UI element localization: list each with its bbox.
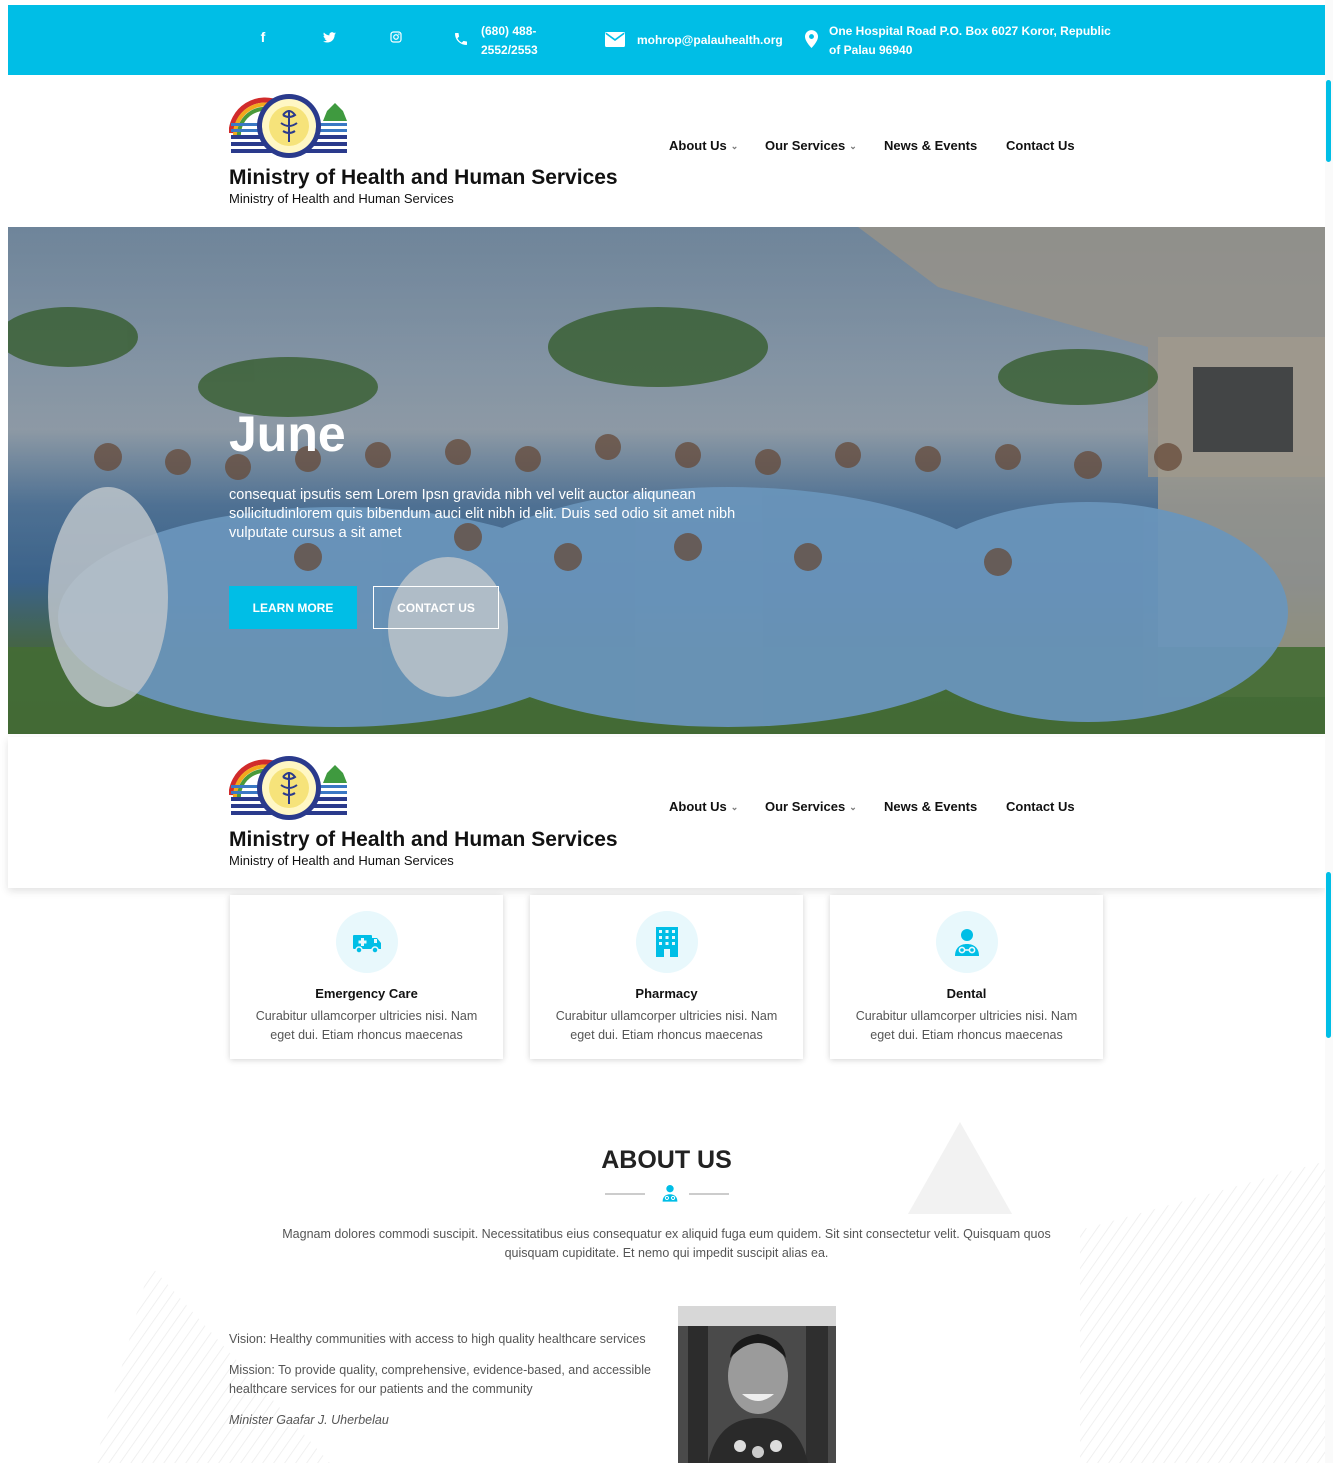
hero-heading: June bbox=[229, 406, 346, 462]
top-contact-bar: f (680) 488-2552/2553 mohrop@palauhealth… bbox=[8, 5, 1325, 75]
nav-our-services[interactable]: Our Services ⌄ bbox=[765, 138, 857, 153]
email-link[interactable]: mohrop@palauhealth.org bbox=[637, 31, 783, 50]
nav-our-services[interactable]: Our Services ⌄ bbox=[765, 799, 857, 814]
service-card-pharmacy[interactable]: Pharmacy Curabitur ullamcorper ultricies… bbox=[530, 895, 803, 1059]
chevron-down-icon: ⌄ bbox=[730, 141, 739, 151]
nav-about-us[interactable]: About Us ⌄ bbox=[669, 138, 738, 153]
chevron-down-icon: ⌄ bbox=[730, 802, 739, 812]
phone-icon bbox=[452, 30, 470, 48]
brand-title[interactable]: Ministry of Health and Human Services bbox=[229, 828, 618, 852]
service-description: Curabitur ullamcorper ultricies nisi. Na… bbox=[855, 1009, 1078, 1042]
doctor-icon bbox=[662, 1184, 678, 1202]
nav-news-events[interactable]: News & Events bbox=[884, 138, 977, 153]
about-description: Magnam dolores commodi suscipit. Necessi… bbox=[282, 1227, 1051, 1260]
service-title: Pharmacy bbox=[635, 986, 698, 1001]
brand-subtitle: Ministry of Health and Human Services bbox=[229, 191, 454, 206]
ambulance-icon bbox=[336, 911, 398, 973]
building-icon bbox=[636, 911, 698, 973]
map-marker-icon bbox=[803, 29, 819, 49]
instagram-icon[interactable] bbox=[386, 27, 406, 47]
chevron-down-icon: ⌄ bbox=[849, 141, 857, 151]
service-title: Dental bbox=[946, 986, 987, 1001]
ministry-logo[interactable] bbox=[228, 755, 349, 823]
contact-us-button[interactable]: CONTACT US bbox=[373, 586, 499, 629]
minister-name: Minister Gaafar J. Uherbelau bbox=[229, 1413, 389, 1427]
chevron-down-icon: ⌄ bbox=[849, 802, 857, 812]
address-text: One Hospital Road P.O. Box 6027 Koror, R… bbox=[829, 24, 1111, 57]
scrollbar-thumb[interactable] bbox=[1326, 80, 1331, 162]
envelope-icon bbox=[604, 30, 626, 48]
main-header: Ministry of Health and Human Services Mi… bbox=[8, 75, 1325, 227]
ministry-logo[interactable] bbox=[228, 93, 349, 161]
sticky-header: Ministry of Health and Human Services Mi… bbox=[8, 737, 1325, 888]
scrollbar-thumb[interactable] bbox=[1326, 872, 1331, 1038]
minister-photo bbox=[678, 1306, 836, 1463]
twitter-icon[interactable] bbox=[319, 27, 339, 47]
hero-text: consequat ipsutis sem Lorem Ipsn gravida… bbox=[229, 487, 736, 541]
divider-line bbox=[689, 1193, 729, 1195]
about-us-heading: ABOUT US bbox=[601, 1146, 732, 1174]
nav-news-events[interactable]: News & Events bbox=[884, 799, 977, 814]
hero-background-image bbox=[8, 227, 1325, 734]
phone-number[interactable]: (680) 488-2552/2553 bbox=[481, 22, 561, 60]
page-scrollbar[interactable] bbox=[1325, 0, 1333, 1463]
doctor-icon bbox=[936, 911, 998, 973]
service-description: Curabitur ullamcorper ultricies nisi. Na… bbox=[555, 1009, 778, 1042]
service-title: Emergency Care bbox=[315, 986, 418, 1001]
learn-more-button[interactable]: LEARN MORE bbox=[229, 586, 357, 629]
nav-contact-us[interactable]: Contact Us bbox=[1006, 799, 1075, 814]
hero-slider: June consequat ipsutis sem Lorem Ipsn gr… bbox=[8, 227, 1325, 734]
brand-subtitle: Ministry of Health and Human Services bbox=[229, 853, 454, 868]
nav-about-us[interactable]: About Us ⌄ bbox=[669, 799, 738, 814]
service-description: Curabitur ullamcorper ultricies nisi. Na… bbox=[255, 1009, 478, 1042]
vision-text: Vision: Healthy communities with access … bbox=[229, 1332, 646, 1346]
service-card-emergency-care[interactable]: Emergency Care Curabitur ullamcorper ult… bbox=[230, 895, 503, 1059]
facebook-icon[interactable]: f bbox=[253, 27, 273, 47]
brand-title[interactable]: Ministry of Health and Human Services bbox=[229, 166, 618, 190]
mission-text: Mission: To provide quality, comprehensi… bbox=[229, 1363, 651, 1396]
service-card-dental[interactable]: Dental Curabitur ullamcorper ultricies n… bbox=[830, 895, 1103, 1059]
divider-line bbox=[605, 1193, 645, 1195]
nav-contact-us[interactable]: Contact Us bbox=[1006, 138, 1075, 153]
